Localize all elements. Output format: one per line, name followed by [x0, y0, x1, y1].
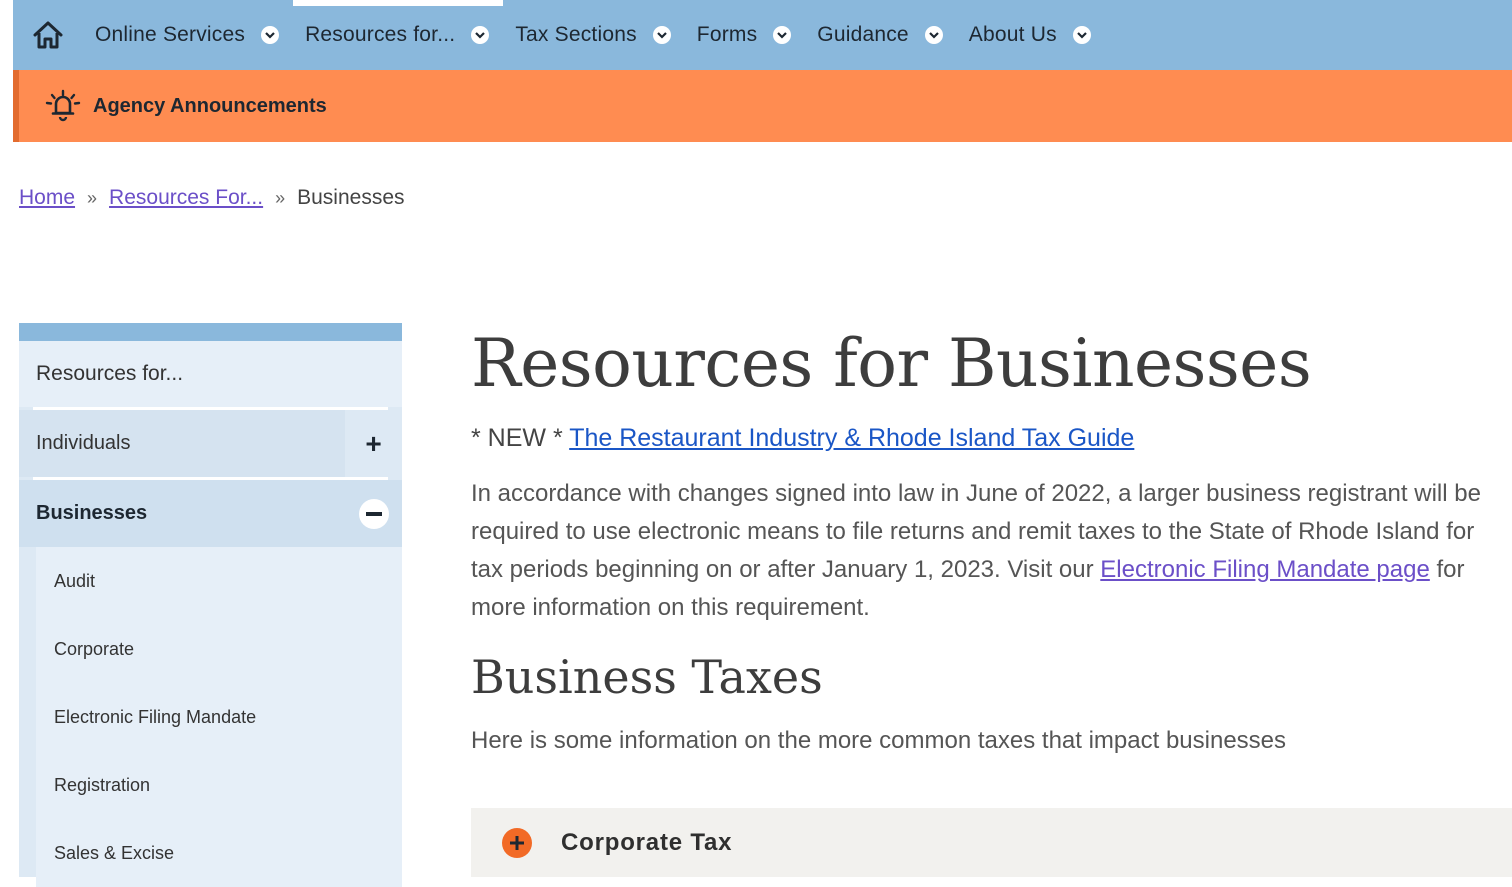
restaurant-tax-guide-link[interactable]: The Restaurant Industry & Rhode Island T… [569, 424, 1134, 452]
nav-online-services[interactable]: Online Services [83, 0, 293, 70]
breadcrumb-resources-link[interactable]: Resources For... [109, 186, 263, 210]
nav-label: Resources for... [305, 23, 456, 46]
breadcrumb-current: Businesses [297, 186, 405, 209]
sidebar-subitem-corporate[interactable]: Corporate [36, 615, 402, 683]
left-gutter [0, 0, 13, 142]
nav-label: Guidance [817, 23, 909, 46]
plus-icon: + [358, 428, 389, 459]
chevron-down-icon [651, 24, 673, 46]
breadcrumb-separator: » [87, 187, 98, 208]
nav-label: About Us [968, 23, 1057, 46]
accordion-label: Corporate Tax [561, 828, 733, 856]
nav-about-us[interactable]: About Us [957, 0, 1105, 70]
sidebar-subitem-audit[interactable]: Audit [36, 547, 402, 615]
sidebar-top-bar [19, 323, 402, 341]
announcements-label: Agency Announcements [93, 94, 327, 117]
chevron-down-icon [771, 24, 793, 46]
agency-announcements-bar[interactable]: Agency Announcements [13, 70, 1512, 142]
page-title: Resources for Businesses [471, 325, 1312, 402]
nav-label: Forms [696, 23, 758, 46]
nav-resources-for[interactable]: Resources for... [293, 0, 504, 70]
nav-forms[interactable]: Forms [685, 0, 806, 70]
chevron-down-icon [259, 24, 281, 46]
chevron-down-icon [469, 24, 491, 46]
nav-tax-sections[interactable]: Tax Sections [503, 0, 684, 70]
sidebar-title[interactable]: Resources for... [19, 341, 402, 407]
sidebar-navigation: Resources for... Individuals + Businesse… [19, 323, 402, 887]
minus-icon [358, 498, 389, 529]
breadcrumb-separator: » [275, 187, 286, 208]
breadcrumb-home-link[interactable]: Home [19, 186, 75, 210]
main-content: Resources for Businesses * NEW * The Res… [471, 322, 1512, 755]
sidebar-subitem-registration[interactable]: Registration [36, 751, 402, 819]
businesses-subnav: Audit Corporate Electronic Filing Mandat… [36, 547, 402, 887]
new-notice: * NEW * The Restaurant Industry & Rhode … [471, 424, 1512, 453]
expand-individuals-button[interactable]: + [345, 410, 402, 477]
sidebar-item-businesses: Businesses [19, 480, 402, 547]
sidebar-item-label[interactable]: Businesses [19, 480, 345, 547]
mandate-paragraph: In accordance with changes signed into l… [471, 475, 1506, 627]
section-title: Business Taxes [471, 650, 823, 704]
sidebar-item-individuals: Individuals + [19, 410, 402, 477]
chevron-down-icon [1071, 24, 1093, 46]
collapse-businesses-button[interactable] [345, 480, 402, 547]
breadcrumb: Home » Resources For... » Businesses [19, 186, 405, 210]
nav-label: Tax Sections [515, 23, 637, 46]
new-prefix: * NEW * [471, 424, 563, 452]
nav-label: Online Services [95, 23, 246, 46]
sidebar-subitem-electronic-filing-mandate[interactable]: Electronic Filing Mandate [36, 683, 402, 751]
section-intro: Here is some information on the more com… [471, 727, 1287, 754]
nav-guidance[interactable]: Guidance [805, 0, 957, 70]
bell-icon [43, 86, 83, 126]
accordion-corporate-tax[interactable]: Corporate Tax [471, 808, 1512, 877]
home-icon [33, 21, 63, 49]
chevron-down-icon [923, 24, 945, 46]
home-button[interactable] [13, 0, 83, 70]
electronic-filing-mandate-link[interactable]: Electronic Filing Mandate page [1100, 556, 1430, 583]
top-navigation: Online Services Resources for... Tax Sec… [13, 0, 1512, 70]
plus-icon [502, 827, 532, 858]
sidebar-item-label[interactable]: Individuals [19, 410, 345, 477]
